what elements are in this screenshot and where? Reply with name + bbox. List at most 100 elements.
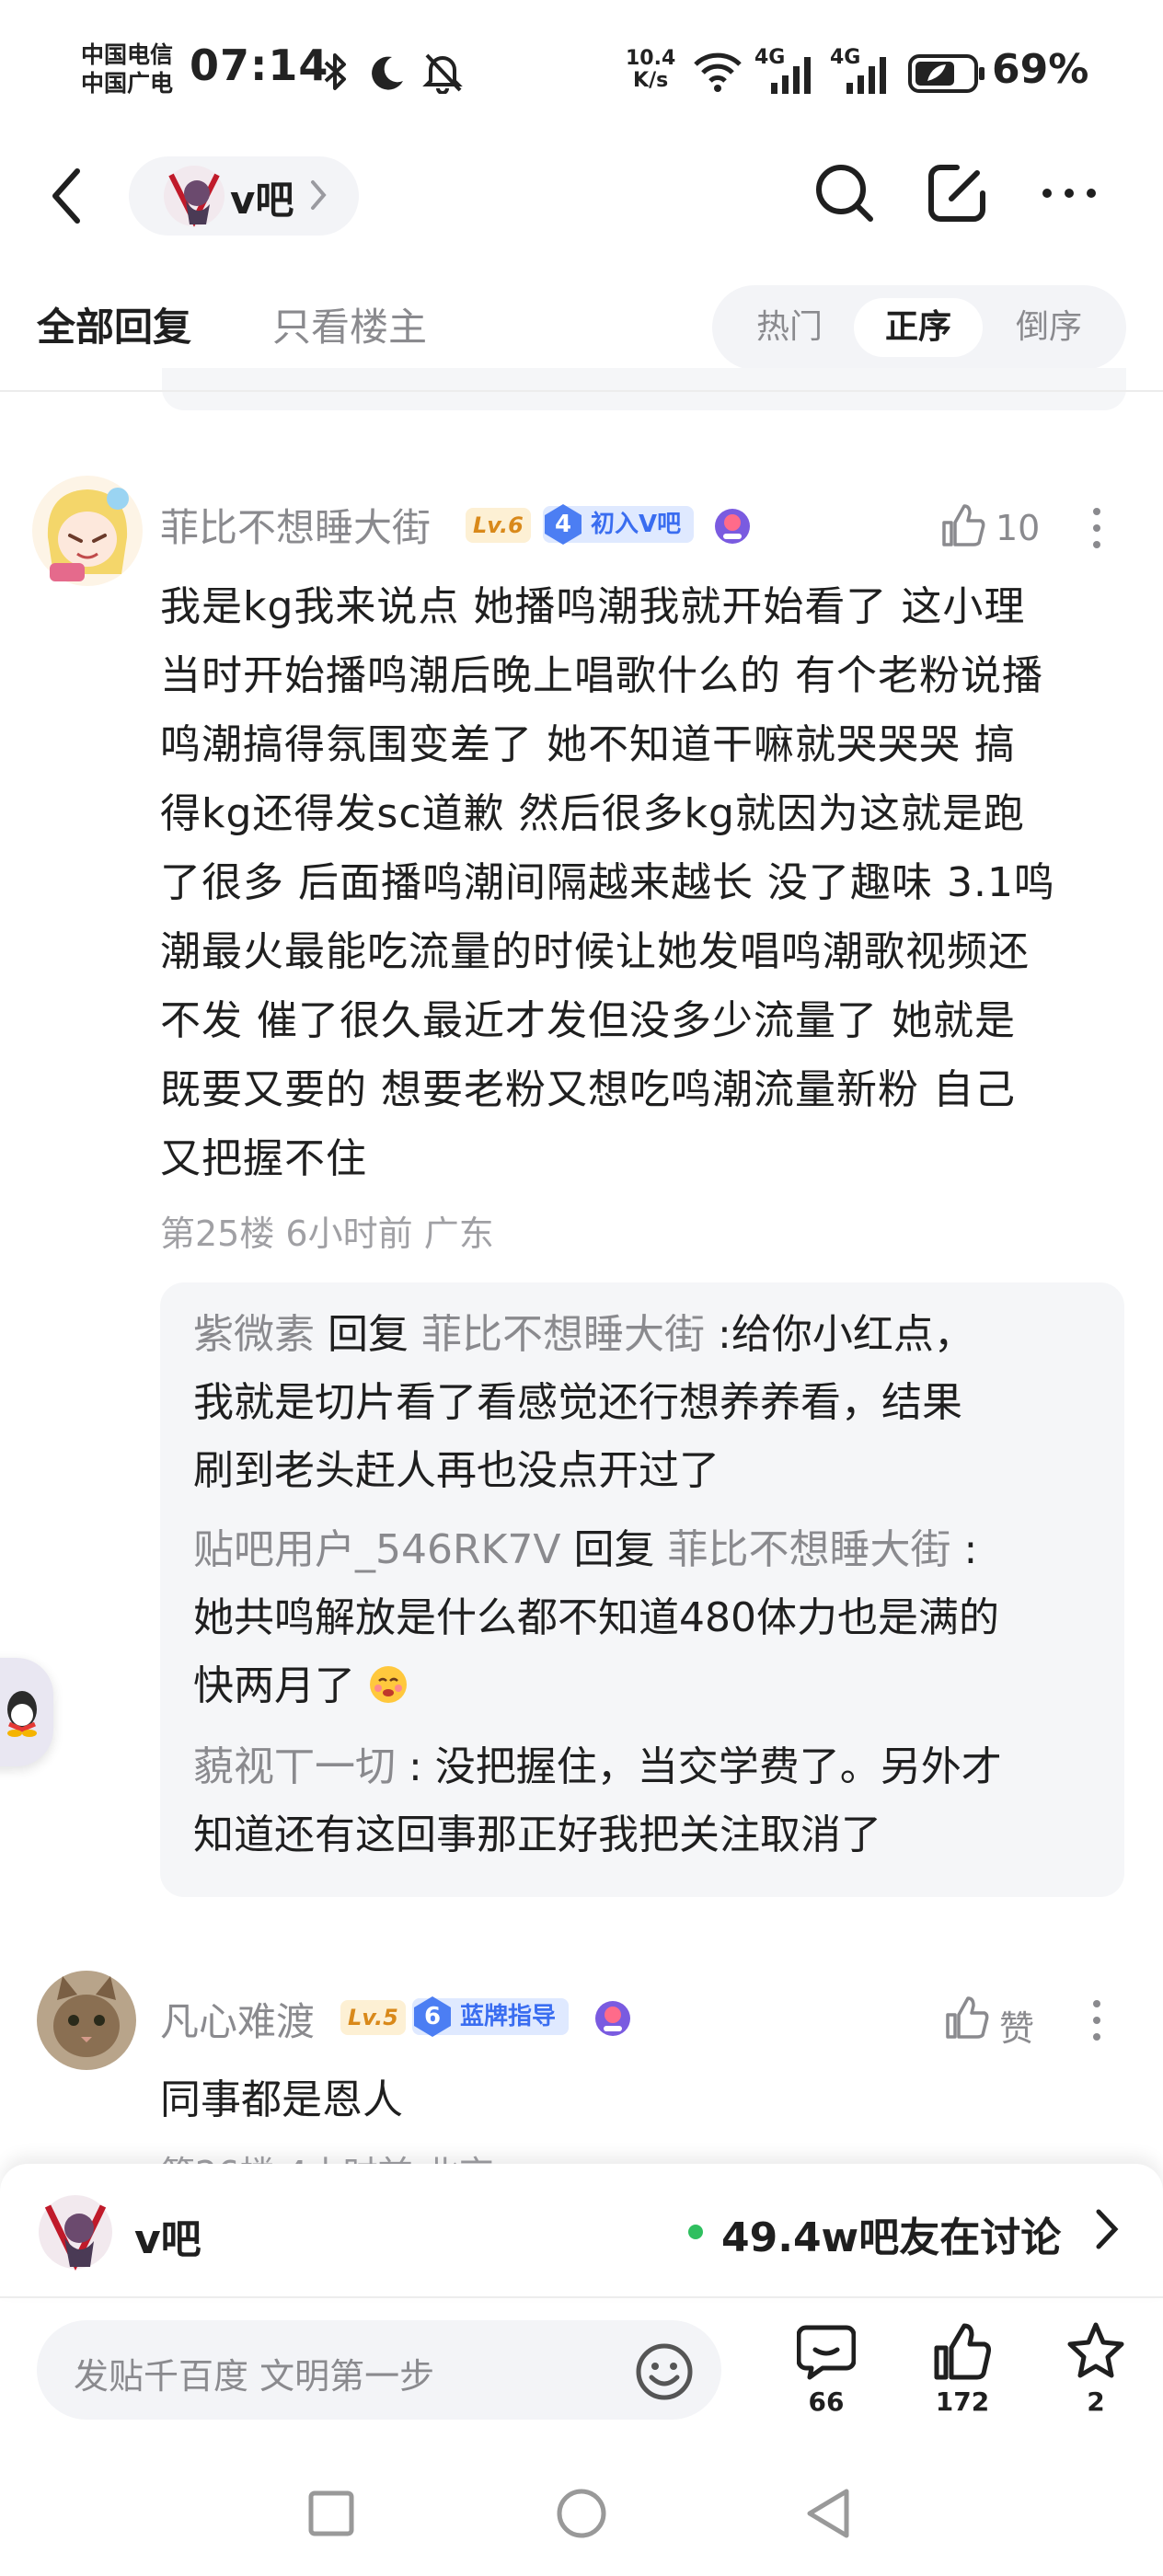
favorite-star-icon[interactable] [1065,2320,1126,2381]
reply-text: 快两月了 [193,1662,355,1709]
reply-word: 回复 [328,1311,409,1358]
bluetooth-icon [324,53,346,90]
tab-divider [0,390,1163,392]
fan-badge-2: 6 蓝牌指导 [412,1996,570,2037]
reply-author[interactable]: 紫微素 [193,1311,315,1358]
reply-text: 知道还有这回事那正好我把关注取消了 [193,1811,881,1858]
badge-text: 初入V吧 [591,511,682,538]
reply-word: 回复 [573,1526,655,1573]
reply-text: :给你小红点， [718,1311,974,1358]
like-label[interactable]: 赞 [999,2000,1034,2051]
post-body-2: 同事都是恩人 [160,2076,403,2123]
tab-only-host[interactable]: 只看楼主 [272,296,427,352]
forum-bar-count[interactable]: 49.4w吧友在讨论 [721,2204,1061,2263]
like-thumb-icon[interactable] [944,1995,990,2041]
reply-target[interactable]: 菲比不想睡大街 [421,1311,705,1358]
fan-badge: 4 初入V吧 [543,504,695,545]
post-line: 得kg还得发sc道歉 然后很多kg就因为这就是跑 [160,790,1025,837]
forum-name: v吧 [230,178,294,223]
floating-share-tab[interactable] [0,1658,53,1766]
post-line: 不发 催了很久最近才发但没多少流量了 她就是 [160,997,1016,1044]
moon-icon [372,56,403,90]
recent-apps-icon[interactable] [305,2488,357,2539]
sort-hot[interactable]: 热门 [725,298,854,357]
carrier-2: 中国广电 [81,70,174,97]
like-total: 172 [935,2386,990,2417]
reply-author[interactable]: 藐视丅一切 [193,1743,396,1790]
reply-author[interactable]: 贴吧用户_546RK7V [193,1526,561,1573]
online-dot [688,2225,703,2239]
emoji-blush-icon [370,1666,407,1703]
comment-count: 66 [808,2386,845,2417]
search-icon[interactable] [813,162,876,224]
forum-avatar [164,166,225,227]
speed-value: 10.4 [626,47,676,70]
level-badge-2: Lv.5 [340,2000,406,2035]
post-line: 当时开始播鸣潮后晚上唱歌什么的 有个老粉说播 [160,652,1043,699]
reply-box[interactable]: 紫微素 回复 菲比不想睡大街 :给你小红点， 我就是切片看了看感觉还行想养养看，… [160,1282,1124,1897]
user-avatar[interactable] [29,473,145,589]
reply-text: 她共鸣解放是什么都不知道480体力也是满的 [193,1594,999,1641]
reply-text: : 没把握住，当交学费了。另外才 [409,1743,1002,1790]
level-badge: Lv.6 [466,508,531,543]
reply-item[interactable]: 藐视丅一切 : 没把握住，当交学费了。另外才 知道还有这回事那正好我把关注取消了 [193,1733,1104,1869]
forum-bar-divider [0,2296,1163,2298]
forum-bar-name[interactable]: v吧 [134,2206,202,2265]
chevron-right-icon [1096,2209,1119,2249]
post-meta-2: 第26楼 4小时前 北京 [160,2145,494,2166]
like-count: 10 [996,508,1041,548]
reply-target[interactable]: 菲比不想睡大街 [668,1526,951,1573]
status-carrier: 中国电信 中国广电 [81,40,173,98]
post-body: 我是kg我来说点 她播鸣潮我就开始看了 这小理 当时开始播鸣潮后晚上唱歌什么的 … [160,572,1135,1193]
user-avatar-2[interactable] [35,1969,138,2072]
member-icon [715,509,750,544]
signal-icon [771,57,811,94]
badge-text: 蓝牌指导 [460,2003,557,2030]
qq-icon [7,1691,37,1737]
reply-text: : [963,1526,978,1573]
post-line: 鸣潮搞得氛围变差了 她不知道干嘛就哭哭哭 搞 [160,721,1016,768]
back-nav-icon[interactable] [802,2486,854,2541]
tab-all-replies[interactable]: 全部回复 [37,296,191,352]
reply-item[interactable]: 贴吧用户_546RK7V 回复 菲比不想睡大街 : 她共鸣解放是什么都不知道48… [193,1516,1104,1720]
post-menu-icon[interactable] [1091,506,1102,550]
home-icon[interactable] [554,2486,609,2541]
post-line: 又把握不住 [160,1135,367,1182]
favorite-count: 2 [1087,2386,1105,2417]
network-speed: 10.4 K/s [626,48,675,92]
like-icon[interactable] [933,2322,992,2381]
chevron-right-icon [311,180,327,210]
speed-unit: K/s [633,69,669,92]
post-line: 我是kg我来说点 她播鸣潮我就开始看了 这小理 [160,583,1026,630]
post-menu-icon[interactable] [1091,1998,1102,2042]
forum-avatar-2 [39,2195,112,2271]
comment-placeholder: 发贴千百度 文明第一步 [74,2356,435,2397]
reply-item[interactable]: 紫微素 回复 菲比不想睡大街 :给你小红点， 我就是切片看了看感觉还行想养养看，… [193,1301,1104,1505]
post-username[interactable]: 菲比不想睡大街 [160,497,431,553]
sort-descending[interactable]: 倒序 [985,298,1113,357]
signal-icon-2 [846,57,886,94]
sort-segment: 热门 正序 倒序 [712,285,1126,370]
emoji-icon[interactable] [635,2342,694,2401]
post-line: 既要又要的 想要老粉又想吃鸣潮流量新粉 自己 [160,1066,1016,1113]
wifi-icon [694,52,742,92]
like-thumb-icon[interactable] [940,502,986,548]
status-time: 07:14 [190,40,329,90]
carrier-1: 中国电信 [81,41,174,68]
edit-icon[interactable] [926,162,988,224]
reply-text: 刷到老头赶人再也没点开过了 [193,1447,720,1494]
post-line: 潮最火最能吃流量的时候让她发唱鸣潮歌视频还 [160,928,1030,975]
previous-reply-card [162,368,1126,410]
battery-percent: 69% [992,46,1089,93]
bell-off-icon [422,53,463,94]
comment-icon[interactable] [797,2324,856,2381]
badge-number: 4 [554,511,572,538]
battery-icon [908,54,985,93]
reply-text: 我就是切片看了看感觉还行想养养看，结果 [193,1379,962,1426]
more-icon[interactable] [1040,184,1099,202]
back-arrow-icon[interactable] [46,166,86,226]
sort-ascending[interactable]: 正序 [854,298,983,357]
member-icon-2 [595,2001,630,2036]
post-meta: 第25楼 6小时前 广东 [160,1213,494,1254]
post-username-2[interactable]: 凡心难渡 [160,1991,315,2047]
